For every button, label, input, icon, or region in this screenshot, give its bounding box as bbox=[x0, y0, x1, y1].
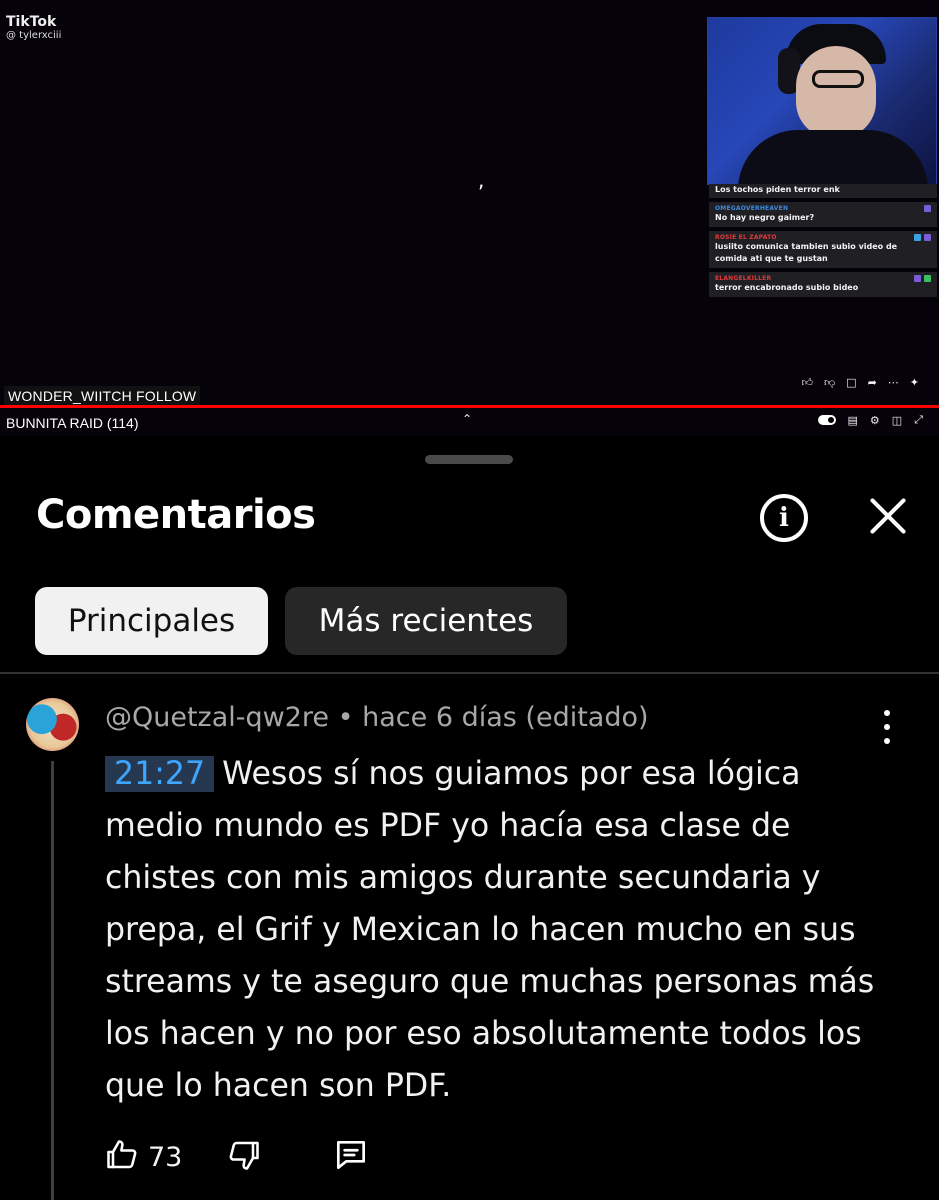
player-comments-icon[interactable]: □ bbox=[846, 376, 856, 389]
tiktok-username: @ tylerxciii bbox=[6, 30, 62, 41]
video-progress-bar[interactable] bbox=[0, 405, 939, 408]
comment-body-text: Wesos sí nos guiamos por esa lógica medi… bbox=[105, 756, 875, 1104]
video-player[interactable]: TikTok @ tylerxciii , Los tochos piden t… bbox=[0, 0, 939, 436]
chat-badge-icon bbox=[924, 234, 931, 241]
chat-message: OMEGAOVERHEAVEN No hay negro gaimer? bbox=[709, 202, 937, 227]
player-like-icon[interactable]: 👍︎ bbox=[801, 376, 813, 389]
chat-message: ELANGELKILLER terror encabronado subio b… bbox=[709, 272, 937, 297]
player-dislike-icon[interactable]: 👎︎ bbox=[824, 376, 835, 389]
chat-message: ROSIE EL ZAPATO lusiito comunica tambien… bbox=[709, 231, 937, 268]
thumb-down-icon[interactable] bbox=[226, 1137, 262, 1177]
reply-icon[interactable] bbox=[332, 1136, 370, 1178]
settings-gear-icon[interactable]: ⚙︎ bbox=[870, 414, 880, 427]
player-action-bar: 👍︎ 👎︎ □ ➦ ⋯ ✦ bbox=[801, 376, 919, 389]
cast-icon[interactable]: ◫ bbox=[892, 414, 902, 427]
player-more-icon[interactable]: ⋯ bbox=[888, 376, 899, 389]
filter-top-comments[interactable]: Principales bbox=[35, 587, 268, 655]
player-controls: ▤ ⚙︎ ◫ ⤢ bbox=[817, 413, 923, 427]
info-icon[interactable]: i bbox=[760, 494, 808, 542]
chat-badge-icon bbox=[914, 234, 921, 241]
stream-chat-overlay: Los tochos piden terror enk OMEGAOVERHEA… bbox=[709, 184, 937, 301]
filter-newest-comments[interactable]: Más recientes bbox=[285, 587, 567, 655]
drag-handle[interactable] bbox=[425, 455, 513, 464]
webcam-overlay bbox=[707, 17, 937, 185]
timestamp-link[interactable]: 21:27 bbox=[105, 756, 215, 792]
comment-meta: @Quetzal-qw2re • hace 6 días (editado) bbox=[105, 702, 649, 733]
like-count: 73 bbox=[148, 1141, 183, 1173]
comment-text: 21:27 Wesos sí nos guiamos por esa lógica… bbox=[105, 748, 905, 1112]
avatar[interactable] bbox=[26, 698, 79, 751]
thumb-up-icon[interactable] bbox=[104, 1137, 140, 1177]
chat-badge-icon bbox=[924, 275, 931, 282]
chevron-up-icon[interactable]: ⌃ bbox=[462, 412, 472, 426]
raid-alert: BUNNITA RAID (114) bbox=[6, 415, 139, 431]
exit-fullscreen-icon[interactable]: ⤢ bbox=[914, 413, 923, 427]
chat-badge-icon bbox=[914, 275, 921, 282]
more-vert-icon[interactable] bbox=[882, 710, 892, 744]
chat-message: Los tochos piden terror enk bbox=[709, 184, 937, 198]
comment-author[interactable]: @Quetzal-qw2re bbox=[105, 702, 329, 733]
video-overlay-text: , bbox=[478, 168, 485, 192]
close-icon[interactable] bbox=[866, 494, 910, 538]
player-share-icon[interactable]: ➦ bbox=[868, 376, 877, 389]
captions-icon[interactable]: ▤ bbox=[848, 414, 858, 427]
comments-panel: Comentarios i Principales Más recientes … bbox=[0, 436, 939, 1200]
divider bbox=[0, 672, 939, 674]
follow-alert: WONDER_WIITCH FOLLOW bbox=[4, 386, 201, 407]
player-sparkle-icon[interactable]: ✦ bbox=[910, 376, 919, 389]
tiktok-watermark: TikTok bbox=[6, 14, 57, 30]
chat-badge-icon bbox=[924, 205, 931, 212]
panel-title: Comentarios bbox=[36, 492, 316, 538]
meta-separator: • bbox=[329, 702, 363, 733]
comment-time: hace 6 días (editado) bbox=[362, 702, 649, 733]
autoplay-toggle[interactable] bbox=[817, 415, 836, 425]
comment-actions: 73 bbox=[104, 1136, 370, 1178]
thread-line bbox=[51, 761, 54, 1200]
